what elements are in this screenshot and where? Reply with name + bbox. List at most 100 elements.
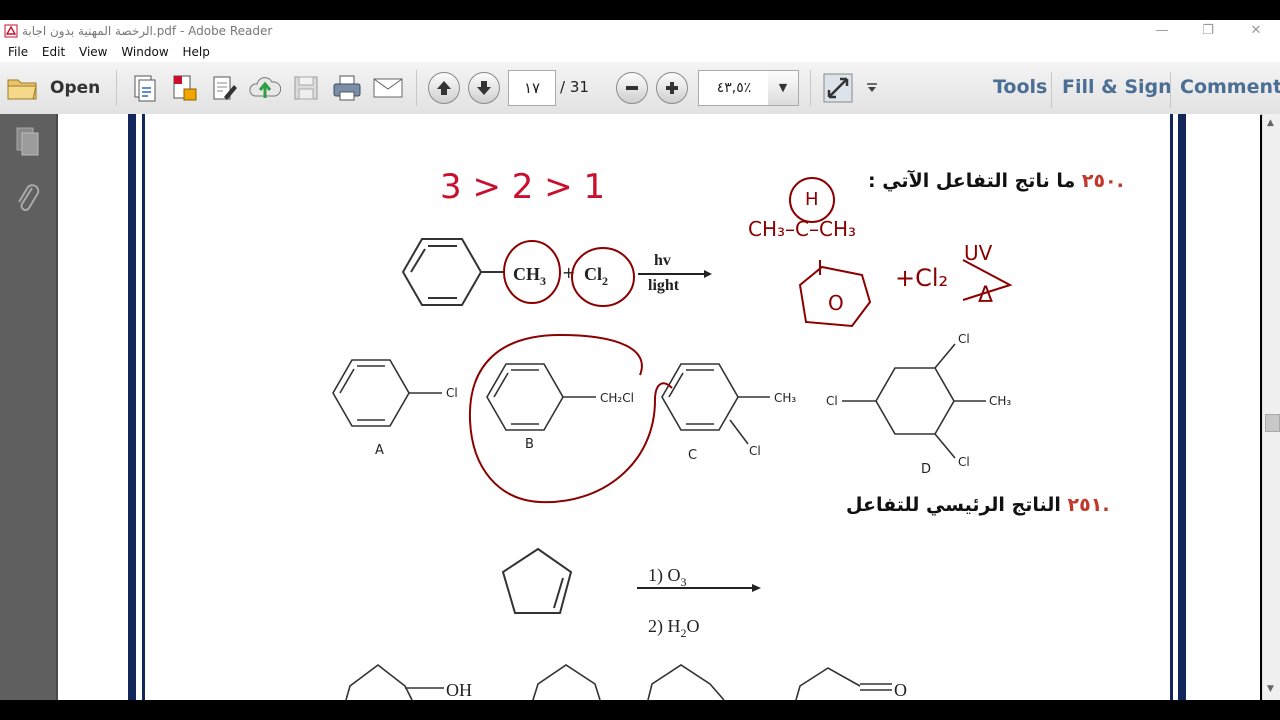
create-pdf-button[interactable] bbox=[128, 70, 160, 106]
option-b-ch2cl: CH₂Cl bbox=[600, 391, 634, 405]
save-button[interactable] bbox=[290, 70, 322, 106]
comment-button[interactable]: Comment bbox=[1180, 76, 1280, 98]
menu-view[interactable]: View bbox=[79, 42, 107, 62]
read-mode-button[interactable] bbox=[820, 70, 856, 106]
attachments-panel-icon[interactable] bbox=[14, 182, 42, 216]
light-label: light bbox=[648, 277, 680, 294]
document-content: CH3 + Cl2 hv light Cl A CH₂Cl B CH₃ Cl C… bbox=[332, 167, 1013, 700]
window-title: الرخصة المهنية بدون اجابة.pdf - Adobe Re… bbox=[22, 24, 273, 38]
option-oh: OH bbox=[446, 680, 472, 700]
answer-options-row2 bbox=[345, 663, 892, 700]
option-b-label: B bbox=[525, 437, 534, 452]
menu-edit[interactable]: Edit bbox=[42, 42, 65, 62]
prev-page-button[interactable] bbox=[428, 70, 460, 106]
close-button[interactable]: ✕ bbox=[1242, 22, 1270, 40]
handwritten-cl2: +Cl₂ bbox=[895, 264, 948, 292]
option-b-structure bbox=[486, 363, 596, 431]
print-button[interactable] bbox=[330, 70, 364, 106]
reaction2-step1: 1) O3 bbox=[648, 565, 687, 589]
chevron-down-icon: ▼ bbox=[778, 81, 788, 94]
document-view[interactable]: .٢٥٠ ما ناتج التفاعل الآتي : .٢٥١ الناتج… bbox=[58, 114, 1260, 700]
title-bar: الرخصة المهنية بدون اجابة.pdf - Adobe Re… bbox=[0, 20, 1280, 42]
navigation-panel bbox=[0, 114, 58, 700]
zoom-out-button[interactable] bbox=[616, 70, 648, 106]
handwritten-formula: CH₃–C–CH₃ bbox=[748, 217, 856, 241]
toolbar-separator bbox=[116, 70, 117, 106]
toluene-ring bbox=[401, 238, 505, 306]
scroll-up-icon[interactable]: ▲ bbox=[1267, 118, 1274, 128]
open-button[interactable]: Open bbox=[6, 70, 100, 106]
handwritten-uv: UV bbox=[964, 241, 993, 265]
option-c-structure bbox=[661, 363, 770, 445]
option-d-structure bbox=[842, 343, 986, 459]
toolbar-separator bbox=[1051, 72, 1052, 108]
option-d-cl-left: Cl bbox=[826, 394, 838, 408]
option-d-cl-top: Cl bbox=[958, 332, 970, 346]
open-label: Open bbox=[50, 78, 101, 98]
option-d-cl-bottom: Cl bbox=[958, 455, 970, 469]
email-button[interactable] bbox=[370, 70, 406, 106]
handwritten-h: H bbox=[805, 189, 819, 210]
more-tools-icon bbox=[867, 83, 877, 92]
menu-help[interactable]: Help bbox=[182, 42, 209, 62]
option-a-structure bbox=[332, 359, 442, 427]
edit-button[interactable] bbox=[208, 70, 240, 106]
cl2-label: Cl2 bbox=[584, 264, 608, 288]
toolbar-separator bbox=[810, 70, 811, 106]
handwritten-order: 3 > 2 > 1 bbox=[440, 167, 605, 207]
handwritten-ring-o: O bbox=[828, 291, 844, 315]
handwritten-annotations bbox=[468, 177, 1013, 504]
edit-icon bbox=[213, 76, 237, 100]
zoom-in-icon bbox=[666, 82, 678, 94]
option-c-label: C bbox=[688, 448, 697, 463]
tools-button[interactable]: Tools bbox=[993, 76, 1047, 98]
zoom-out-icon bbox=[626, 86, 638, 90]
toolbar-separator bbox=[416, 70, 417, 106]
more-tools-button[interactable] bbox=[862, 70, 882, 106]
scrollbar-thumb[interactable] bbox=[1265, 414, 1280, 432]
open-folder-icon bbox=[7, 79, 37, 100]
print-icon bbox=[333, 75, 361, 101]
export-pdf-button[interactable] bbox=[168, 70, 200, 106]
save-icon bbox=[294, 76, 318, 100]
next-page-icon bbox=[477, 81, 491, 95]
hv-label: hv bbox=[654, 252, 671, 269]
export-pdf-icon bbox=[173, 75, 197, 101]
next-page-button[interactable] bbox=[468, 70, 500, 106]
page-total: / 31 bbox=[560, 78, 589, 96]
read-mode-icon bbox=[823, 73, 853, 103]
menu-window[interactable]: Window bbox=[121, 42, 168, 62]
toolbar-separator bbox=[1170, 72, 1171, 108]
cyclopentene bbox=[501, 547, 573, 614]
fill-sign-button[interactable]: Fill & Sign bbox=[1062, 76, 1172, 98]
page-number-input[interactable]: ١٧ bbox=[508, 70, 556, 106]
option-a-cl: Cl bbox=[446, 386, 458, 400]
handwritten-delta: Δ bbox=[978, 283, 993, 308]
upload-icon bbox=[249, 77, 281, 98]
zoom-in-button[interactable] bbox=[656, 70, 688, 106]
option-d-label: D bbox=[921, 462, 931, 477]
scroll-down-icon[interactable]: ▼ bbox=[1267, 684, 1274, 694]
adobe-reader-icon bbox=[4, 24, 18, 38]
zoom-dropdown-button[interactable]: ▼ bbox=[768, 70, 799, 106]
vertical-scrollbar[interactable]: ▲ ▼ bbox=[1262, 114, 1280, 700]
top-black-bar bbox=[0, 0, 1280, 20]
zoom-level-input[interactable]: ٤٣,٥٪ bbox=[698, 70, 770, 106]
restore-button[interactable]: ❐ bbox=[1194, 22, 1222, 40]
option-c-cl: Cl bbox=[749, 444, 761, 458]
bottom-black-bar bbox=[0, 700, 1280, 720]
ch3-label: CH3 bbox=[513, 264, 546, 288]
reaction2-step2: 2) H2O bbox=[648, 616, 700, 640]
minimize-button[interactable]: — bbox=[1148, 22, 1176, 40]
pages-panel-icon[interactable] bbox=[14, 126, 42, 158]
menu-file[interactable]: File bbox=[8, 42, 28, 62]
prev-page-icon bbox=[437, 81, 451, 95]
upload-button[interactable] bbox=[248, 70, 282, 106]
email-icon bbox=[373, 78, 403, 98]
option-d-ch3: CH₃ bbox=[989, 394, 1011, 408]
option-a-label: A bbox=[375, 443, 384, 458]
menu-bar: File Edit View Window Help bbox=[0, 42, 1280, 62]
create-pdf-icon bbox=[134, 75, 156, 102]
option-o: O bbox=[894, 680, 907, 700]
option-c-ch3: CH₃ bbox=[774, 391, 796, 405]
